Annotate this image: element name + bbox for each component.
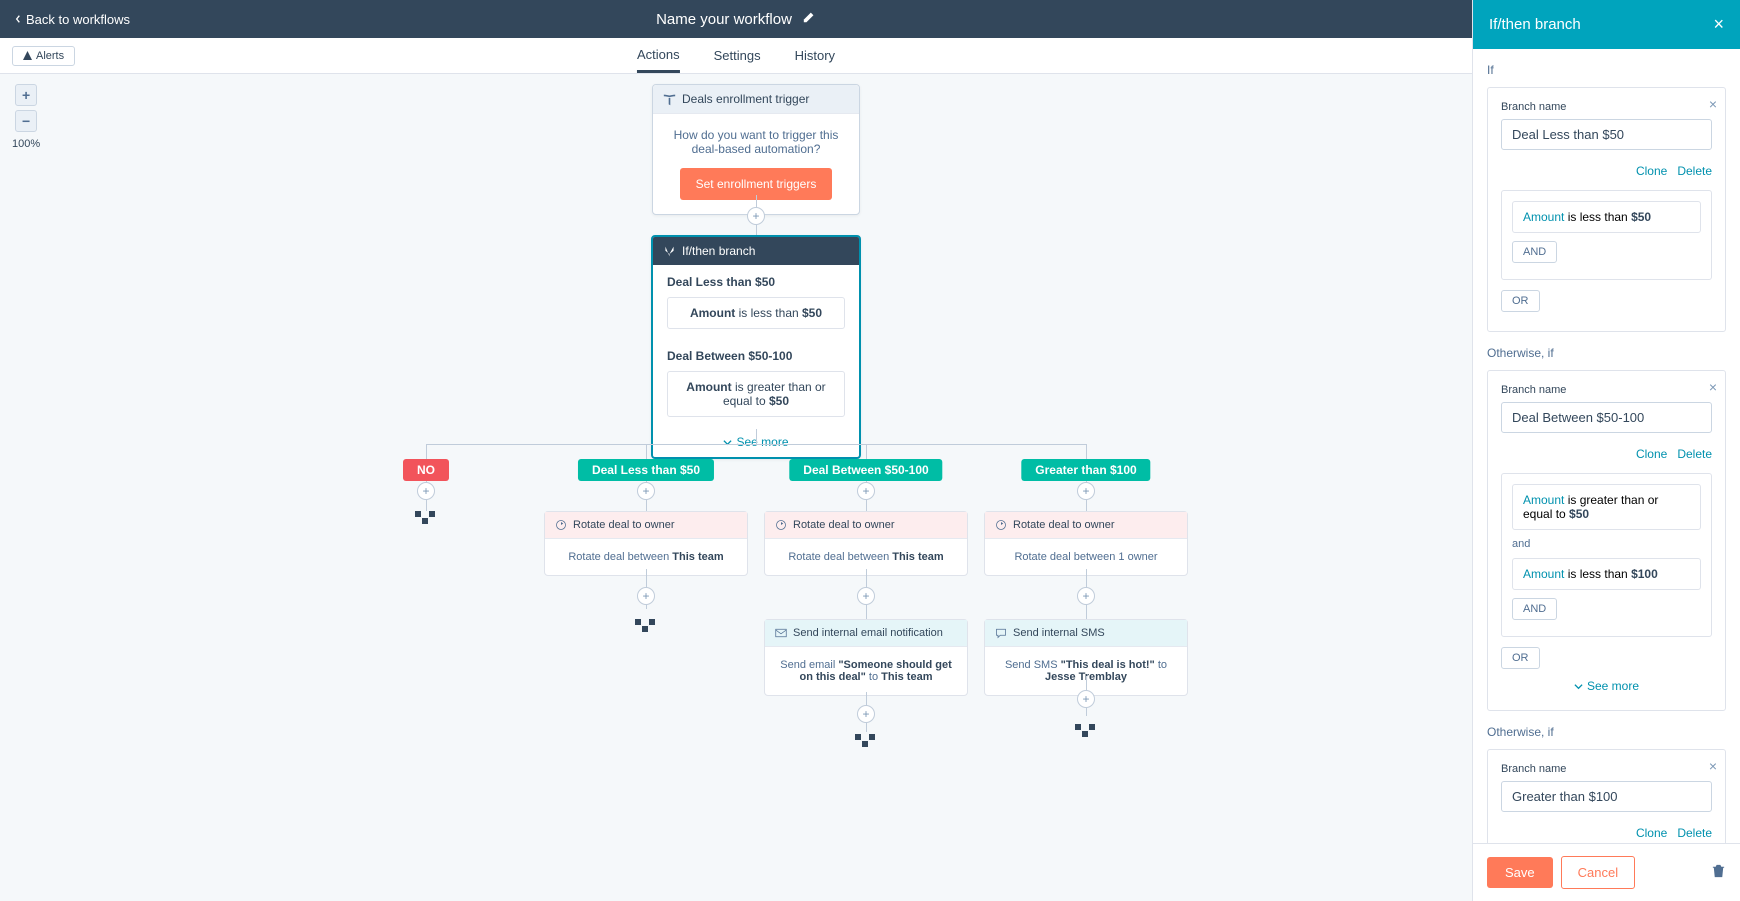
alert-icon	[23, 51, 32, 60]
funnel-icon	[663, 93, 676, 106]
remove-branch-button[interactable]: ×	[1709, 758, 1717, 774]
end-marker	[855, 734, 877, 747]
save-button[interactable]: Save	[1487, 857, 1553, 888]
connector	[426, 444, 1086, 445]
workflow-title: Name your workflow	[656, 11, 792, 28]
delete-action-button[interactable]	[1711, 863, 1726, 883]
delete-link[interactable]: Delete	[1677, 164, 1712, 178]
tab-actions[interactable]: Actions	[637, 38, 680, 73]
panel-title: If/then branch	[1489, 16, 1581, 33]
email-body: Send email "Someone should get on this d…	[765, 647, 967, 695]
cancel-button[interactable]: Cancel	[1561, 856, 1635, 889]
rotate-icon	[995, 519, 1007, 531]
tab-settings[interactable]: Settings	[714, 38, 761, 73]
clone-link[interactable]: Clone	[1636, 826, 1667, 840]
branch-label-3: Greater than $100	[1021, 459, 1150, 481]
end-marker	[415, 511, 437, 524]
edit-title-button[interactable]	[802, 10, 816, 28]
side-panel: If/then branch × If × Branch name Clone D…	[1472, 0, 1740, 901]
branch-icon	[663, 245, 676, 258]
branch-card-3: × Branch name CloneDelete Amount is grea…	[1487, 749, 1726, 843]
back-to-workflows-link[interactable]: Back to workflows	[0, 12, 144, 27]
rotate-icon	[555, 519, 567, 531]
end-marker	[635, 619, 657, 632]
zoom-level: 100%	[12, 138, 40, 150]
branch-name-input[interactable]	[1501, 781, 1712, 812]
zoom-in-button[interactable]: +	[15, 84, 37, 106]
sms-icon	[995, 627, 1007, 639]
chevron-down-icon	[723, 438, 732, 447]
branch-name-label: Branch name	[1501, 384, 1712, 396]
branch-name-input[interactable]	[1501, 402, 1712, 433]
branch-name-label: Branch name	[1501, 763, 1712, 775]
branch-label-2: Deal Between $50-100	[789, 459, 942, 481]
trigger-prompt: How do you want to trigger this deal-bas…	[671, 128, 841, 156]
add-action-button[interactable]: +	[1077, 690, 1095, 708]
add-and-button[interactable]: AND	[1512, 241, 1557, 263]
branch2-name: Deal Between $50-100	[667, 349, 845, 363]
branch1-condition: Amount is less than $50	[667, 297, 845, 329]
add-action-button[interactable]: +	[417, 482, 435, 500]
add-action-button[interactable]: +	[857, 587, 875, 605]
add-action-button[interactable]: +	[637, 482, 655, 500]
branch2-condition: Amount is greater than or equal to $50	[667, 371, 845, 417]
chevron-left-icon	[14, 15, 22, 23]
delete-link[interactable]: Delete	[1677, 826, 1712, 840]
branch-card-2: × Branch name Clone Delete Amount is grea…	[1487, 370, 1726, 711]
tab-history[interactable]: History	[795, 38, 835, 73]
rotate-deal-card[interactable]: Rotate deal to owner Rotate deal between…	[544, 511, 748, 576]
subbar: Alerts Actions Settings History	[0, 38, 1472, 74]
ifthen-branch-node[interactable]: If/then branch Deal Less than $50 Amount…	[651, 235, 861, 459]
add-action-button[interactable]: +	[857, 482, 875, 500]
chevron-down-icon	[1574, 682, 1583, 691]
add-or-button[interactable]: OR	[1501, 290, 1540, 312]
clone-link[interactable]: Clone	[1636, 447, 1667, 461]
remove-branch-button[interactable]: ×	[1709, 96, 1717, 112]
pencil-icon	[802, 10, 816, 24]
add-action-button[interactable]: +	[857, 705, 875, 723]
rotate-deal-card[interactable]: Rotate deal to owner Rotate deal between…	[764, 511, 968, 576]
workflow-canvas[interactable]: + − 100% Deals enrollment trigger How do…	[0, 74, 1472, 901]
back-label: Back to workflows	[26, 12, 130, 27]
branch-label-1: Deal Less than $50	[578, 459, 714, 481]
add-and-button[interactable]: AND	[1512, 598, 1557, 620]
alerts-button[interactable]: Alerts	[12, 46, 75, 66]
and-text: and	[1512, 538, 1701, 550]
topbar: Back to workflows Name your workflow	[0, 0, 1472, 38]
branch-card-1: × Branch name Clone Delete Amount is less…	[1487, 87, 1726, 332]
ifthen-title: If/then branch	[682, 244, 755, 258]
end-marker	[1075, 724, 1097, 737]
trash-icon	[1711, 863, 1726, 878]
branch-name-input[interactable]	[1501, 119, 1712, 150]
branch-label-no: NO	[403, 459, 449, 481]
condition-chip[interactable]: Amount is less than $100	[1512, 558, 1701, 590]
add-action-button[interactable]: +	[1077, 587, 1095, 605]
add-action-button[interactable]: +	[637, 587, 655, 605]
clone-link[interactable]: Clone	[1636, 164, 1667, 178]
branch-name-label: Branch name	[1501, 101, 1712, 113]
see-more-link[interactable]: See more	[1501, 675, 1712, 697]
add-or-button[interactable]: OR	[1501, 647, 1540, 669]
alerts-label: Alerts	[36, 50, 64, 62]
send-email-card[interactable]: Send internal email notification Send em…	[764, 619, 968, 696]
add-action-button[interactable]: +	[747, 207, 765, 225]
zoom-out-button[interactable]: −	[15, 110, 37, 132]
email-icon	[775, 627, 787, 639]
remove-branch-button[interactable]: ×	[1709, 379, 1717, 395]
if-label: If	[1487, 63, 1726, 77]
rotate-icon	[775, 519, 787, 531]
otherwise-label: Otherwise, if	[1487, 725, 1726, 739]
rotate-deal-card[interactable]: Rotate deal to owner Rotate deal between…	[984, 511, 1188, 576]
close-panel-button[interactable]: ×	[1713, 14, 1724, 35]
branch1-name: Deal Less than $50	[667, 275, 845, 289]
otherwise-label: Otherwise, if	[1487, 346, 1726, 360]
add-action-button[interactable]: +	[1077, 482, 1095, 500]
delete-link[interactable]: Delete	[1677, 447, 1712, 461]
connector	[756, 429, 757, 444]
trigger-title: Deals enrollment trigger	[682, 92, 809, 106]
condition-chip[interactable]: Amount is less than $50	[1512, 201, 1701, 233]
condition-chip[interactable]: Amount is greater than or equal to $50	[1512, 484, 1701, 530]
